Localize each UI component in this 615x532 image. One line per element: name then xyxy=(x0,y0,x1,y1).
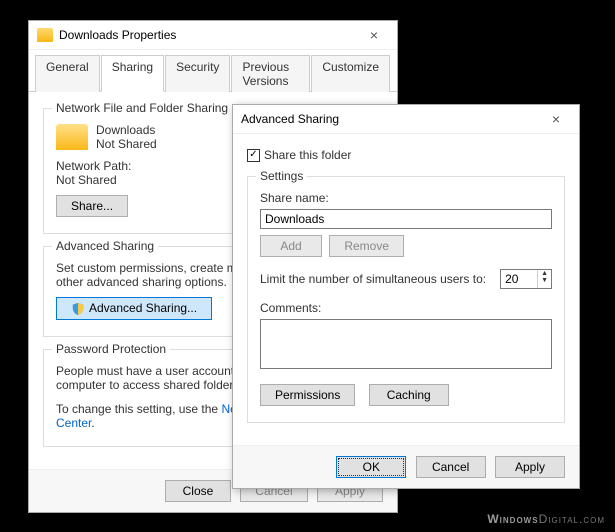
network-path-label: Network Path: xyxy=(56,159,131,173)
share-folder-checkbox[interactable]: ✓ Share this folder xyxy=(247,148,351,162)
comments-label: Comments: xyxy=(260,301,552,315)
limit-spinner[interactable]: ▲ ▼ xyxy=(500,269,552,289)
cancel-button[interactable]: Cancel xyxy=(416,456,486,478)
apply-button[interactable]: Apply xyxy=(495,456,565,478)
limit-label: Limit the number of simultaneous users t… xyxy=(260,272,486,286)
tab-strip: General Sharing Security Previous Versio… xyxy=(29,50,397,92)
item-name: Downloads xyxy=(96,123,155,137)
close-button[interactable]: Close xyxy=(165,480,231,502)
caching-button[interactable]: Caching xyxy=(369,384,449,406)
advanced-sharing-button[interactable]: Advanced Sharing... xyxy=(56,297,212,320)
add-button[interactable]: Add xyxy=(260,235,322,257)
item-status: Not Shared xyxy=(96,137,157,151)
remove-button[interactable]: Remove xyxy=(329,235,404,257)
properties-titlebar: Downloads Properties × xyxy=(29,21,397,50)
share-folder-label: Share this folder xyxy=(264,148,351,162)
comments-textarea[interactable] xyxy=(260,319,552,369)
advanced-body: ✓ Share this folder Settings Share name:… xyxy=(233,134,579,445)
password-protection-legend: Password Protection xyxy=(52,342,170,356)
share-name-label: Share name: xyxy=(260,191,552,205)
folder-icon xyxy=(37,28,53,42)
spinner-down-icon[interactable]: ▼ xyxy=(538,277,551,284)
advanced-sharing-legend: Advanced Sharing xyxy=(52,239,158,253)
checkmark-icon: ✓ xyxy=(247,149,260,162)
watermark: WindowsDigital.com xyxy=(487,511,605,526)
close-icon[interactable]: × xyxy=(359,27,389,43)
tab-previous-versions[interactable]: Previous Versions xyxy=(231,55,310,92)
tab-customize[interactable]: Customize xyxy=(311,55,390,92)
advanced-titlebar: Advanced Sharing × xyxy=(233,105,579,134)
network-sharing-legend: Network File and Folder Sharing xyxy=(52,101,232,115)
ok-button[interactable]: OK xyxy=(336,456,406,478)
close-icon[interactable]: × xyxy=(541,111,571,127)
share-button[interactable]: Share... xyxy=(56,195,128,217)
limit-input[interactable] xyxy=(501,270,537,288)
password-line2-prefix: To change this setting, use the xyxy=(56,402,221,416)
spinner-up-icon[interactable]: ▲ xyxy=(538,270,551,277)
advanced-sharing-dialog: Advanced Sharing × ✓ Share this folder S… xyxy=(232,104,580,489)
permissions-button[interactable]: Permissions xyxy=(260,384,355,406)
advanced-title: Advanced Sharing xyxy=(241,112,541,126)
advanced-footer: OK Cancel Apply xyxy=(233,445,579,488)
tab-security[interactable]: Security xyxy=(165,55,230,92)
folder-large-icon xyxy=(56,124,88,150)
settings-group: Settings Share name: Add Remove Limit th… xyxy=(247,176,565,423)
settings-legend: Settings xyxy=(256,169,307,183)
share-name-input[interactable] xyxy=(260,209,552,229)
network-path-value: Not Shared xyxy=(56,173,117,187)
tab-general[interactable]: General xyxy=(35,55,100,92)
shield-icon xyxy=(71,302,85,316)
tab-sharing[interactable]: Sharing xyxy=(101,55,164,92)
properties-title: Downloads Properties xyxy=(59,28,359,42)
